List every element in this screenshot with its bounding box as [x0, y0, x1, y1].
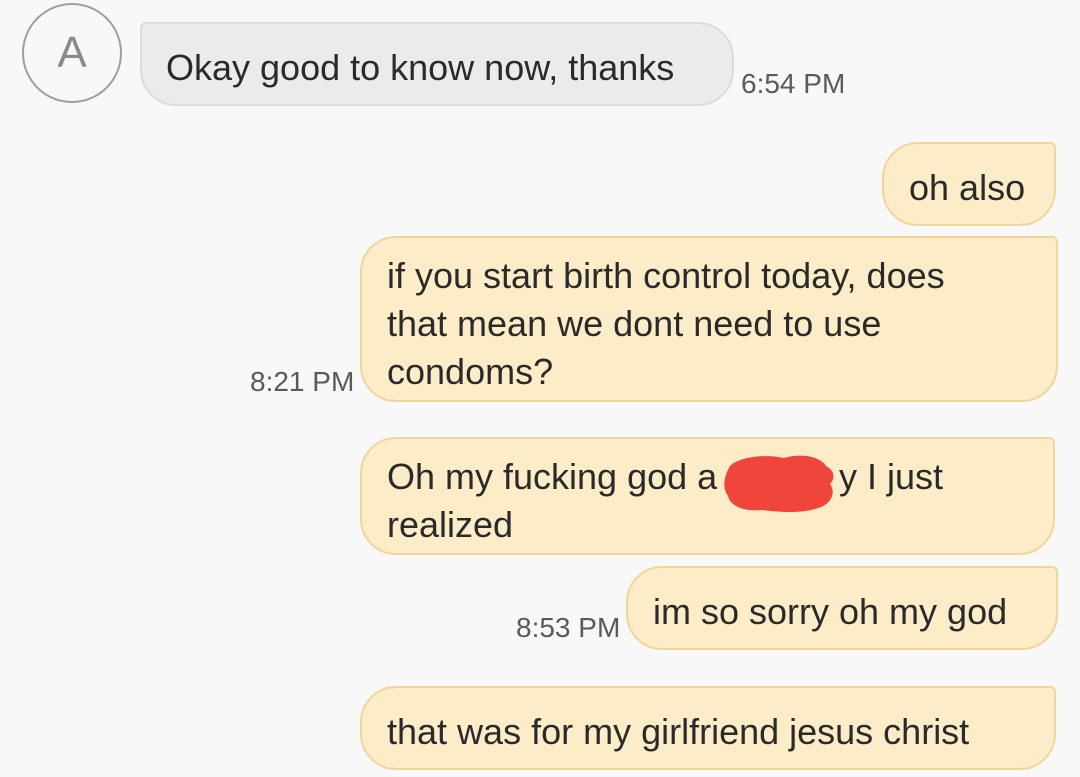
- message-text-line: Oh my fucking god a y I just: [387, 453, 1053, 501]
- message-text-fragment: y I just: [839, 456, 944, 497]
- message-timestamp: 8:21 PM: [250, 366, 355, 397]
- message-bubble-outgoing[interactable]: that was for my girlfriend jesus christ: [360, 686, 1056, 770]
- avatar-initial: A: [57, 28, 87, 77]
- contact-avatar[interactable]: A: [22, 3, 122, 103]
- conversation-view: A Okay good to know now, thanks 6:54 PM …: [0, 0, 1080, 777]
- message-text-line: realized: [387, 504, 514, 545]
- message-text: that was for my girlfriend jesus christ: [387, 711, 970, 752]
- message-bubble-outgoing[interactable]: im so sorry oh my god: [626, 566, 1058, 650]
- message-text: Okay good to know now, thanks: [166, 47, 675, 88]
- message-bubble-outgoing[interactable]: if you start birth control today, does t…: [360, 236, 1058, 402]
- message-text: oh also: [909, 167, 1026, 208]
- message-bubble-outgoing[interactable]: oh also: [882, 142, 1056, 226]
- message-bubble-incoming[interactable]: Okay good to know now, thanks: [140, 22, 734, 106]
- message-text: im so sorry oh my god: [653, 591, 1008, 632]
- message-text-line: that mean we dont need to use: [387, 303, 882, 344]
- message-text-line: if you start birth control today, does: [387, 255, 945, 296]
- message-bubble-outgoing[interactable]: Oh my fucking god a y I just realized: [360, 437, 1055, 555]
- message-text-line: condoms?: [387, 351, 554, 392]
- redaction-scribble: [724, 455, 834, 512]
- message-text-fragment: Oh my fucking god a: [387, 456, 718, 497]
- message-timestamp: 6:54 PM: [741, 68, 846, 99]
- message-timestamp: 8:53 PM: [516, 612, 621, 643]
